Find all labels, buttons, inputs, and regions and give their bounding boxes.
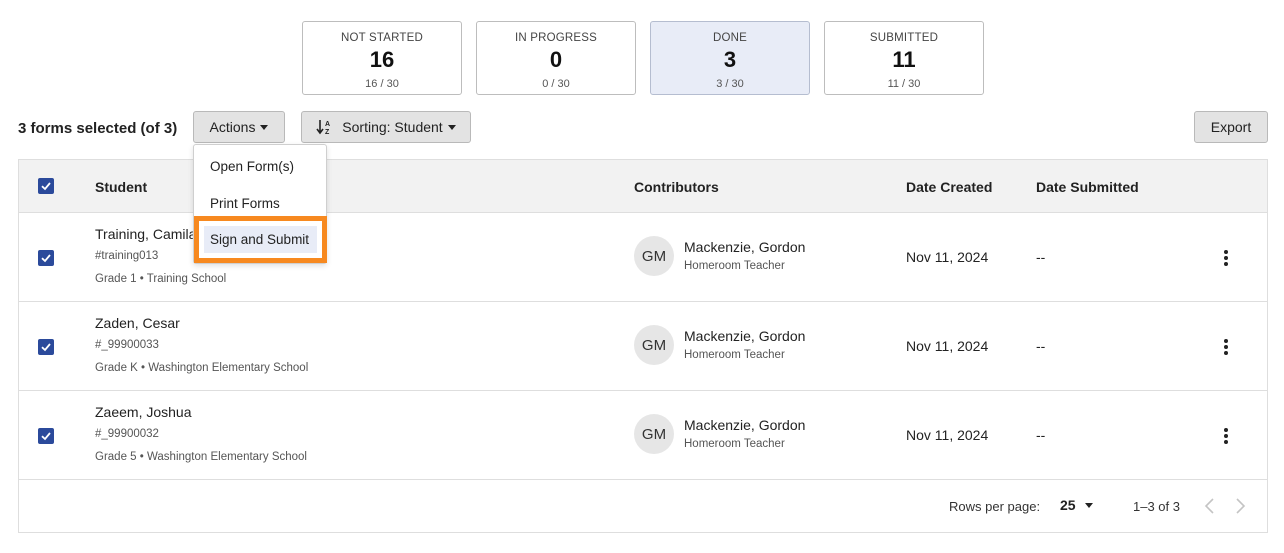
more-options-icon[interactable] <box>1220 248 1232 268</box>
column-header-date-created[interactable]: Date Created <box>906 179 992 195</box>
avatar: GM <box>634 414 674 454</box>
actions-button[interactable]: Actions <box>193 111 285 143</box>
status-card-in-progress[interactable]: IN PROGRESS 0 0 / 30 <box>476 21 636 95</box>
status-cards: NOT STARTED 16 16 / 30 IN PROGRESS 0 0 /… <box>302 21 984 95</box>
student-name[interactable]: Zaeem, Joshua <box>95 404 192 420</box>
contributor-role: Homeroom Teacher <box>684 438 785 450</box>
menu-item-highlight: Sign and Submit <box>194 216 327 263</box>
row-checkbox[interactable] <box>38 250 54 266</box>
caret-down-icon <box>260 124 269 130</box>
rows-per-page-select[interactable]: 25 <box>1060 497 1093 513</box>
contributor-name: Mackenzie, Gordon <box>684 417 806 433</box>
caret-down-icon <box>1084 502 1093 508</box>
sorting-button-label: Sorting: Student <box>342 119 443 135</box>
table-row[interactable]: Zaeem, Joshua #_99900032 Grade 5 • Washi… <box>19 391 1267 480</box>
column-header-contributors[interactable]: Contributors <box>634 179 719 195</box>
check-icon <box>41 343 51 352</box>
date-created: Nov 11, 2024 <box>906 427 989 443</box>
student-name[interactable]: Training, Camila <box>95 226 196 242</box>
menu-item-sign-and-submit[interactable]: Sign and Submit <box>204 226 317 253</box>
chevron-left-icon <box>1204 498 1214 514</box>
page-range-text: 1–3 of 3 <box>1133 499 1180 514</box>
student-name[interactable]: Zaden, Cesar <box>95 315 180 331</box>
student-id: #training013 <box>95 250 159 262</box>
table-row[interactable]: Zaden, Cesar #_99900033 Grade K • Washin… <box>19 302 1267 391</box>
svg-text:A: A <box>325 121 330 128</box>
actions-menu: Open Form(s) Print Forms Sign and Submit <box>193 144 327 264</box>
chevron-right-icon <box>1236 498 1246 514</box>
sorting-button[interactable]: A Z Sorting: Student <box>301 111 471 143</box>
check-icon <box>41 432 51 441</box>
status-card-count: 0 <box>549 47 563 72</box>
date-submitted: -- <box>1036 338 1046 354</box>
check-icon <box>41 182 51 191</box>
check-icon <box>41 254 51 263</box>
selected-count-text: 3 forms selected (of 3) <box>18 120 178 137</box>
avatar: GM <box>634 325 674 365</box>
more-options-icon[interactable] <box>1220 337 1232 357</box>
rows-per-page-label: Rows per page: <box>949 499 1041 514</box>
menu-item-print-forms[interactable]: Print Forms <box>210 196 280 211</box>
status-card-ratio: 16 / 30 <box>365 78 399 90</box>
student-id: #_99900032 <box>95 428 159 440</box>
row-checkbox[interactable] <box>38 428 54 444</box>
status-card-ratio: 3 / 30 <box>716 78 744 90</box>
select-all-checkbox[interactable] <box>38 178 54 194</box>
status-card-label: DONE <box>712 32 748 44</box>
status-card-label: IN PROGRESS <box>514 32 598 44</box>
date-submitted: -- <box>1036 249 1046 265</box>
student-grade-school: Grade 5 • Washington Elementary School <box>95 451 307 463</box>
status-card-submitted[interactable]: SUBMITTED 11 11 / 30 <box>824 21 984 95</box>
previous-page-button[interactable] <box>1202 497 1218 515</box>
status-card-count: 11 <box>892 47 916 72</box>
date-submitted: -- <box>1036 427 1046 443</box>
svg-text:Z: Z <box>325 129 330 135</box>
table-pagination: Rows per page: 25 1–3 of 3 <box>19 480 1267 533</box>
student-grade-school: Grade 1 • Training School <box>95 273 227 285</box>
row-checkbox[interactable] <box>38 339 54 355</box>
sort-az-icon: A Z <box>316 120 330 135</box>
contributor-role: Homeroom Teacher <box>684 349 785 361</box>
menu-item-open-forms[interactable]: Open Form(s) <box>210 159 294 174</box>
status-card-count: 16 <box>369 47 395 72</box>
caret-down-icon <box>447 124 456 130</box>
export-button[interactable]: Export <box>1194 111 1268 143</box>
avatar: GM <box>634 236 674 276</box>
status-card-label: NOT STARTED <box>340 32 424 44</box>
status-card-count: 3 <box>723 47 737 72</box>
student-id: #_99900033 <box>95 339 159 351</box>
more-options-icon[interactable] <box>1220 426 1232 446</box>
status-card-done[interactable]: DONE 3 3 / 30 <box>650 21 810 95</box>
status-card-ratio: 0 / 30 <box>542 78 570 90</box>
contributor-role: Homeroom Teacher <box>684 260 785 272</box>
contributor-name: Mackenzie, Gordon <box>684 328 806 344</box>
status-card-ratio: 11 / 30 <box>887 78 921 90</box>
actions-button-label: Actions <box>209 119 256 135</box>
rows-per-page-value: 25 <box>1060 497 1076 513</box>
column-header-student[interactable]: Student <box>95 179 147 195</box>
status-card-not-started[interactable]: NOT STARTED 16 16 / 30 <box>302 21 462 95</box>
student-grade-school: Grade K • Washington Elementary School <box>95 362 309 374</box>
status-card-label: SUBMITTED <box>869 32 939 44</box>
next-page-button[interactable] <box>1232 497 1248 515</box>
date-created: Nov 11, 2024 <box>906 338 989 354</box>
date-created: Nov 11, 2024 <box>906 249 989 265</box>
column-header-date-submitted[interactable]: Date Submitted <box>1036 179 1139 195</box>
contributor-name: Mackenzie, Gordon <box>684 239 806 255</box>
